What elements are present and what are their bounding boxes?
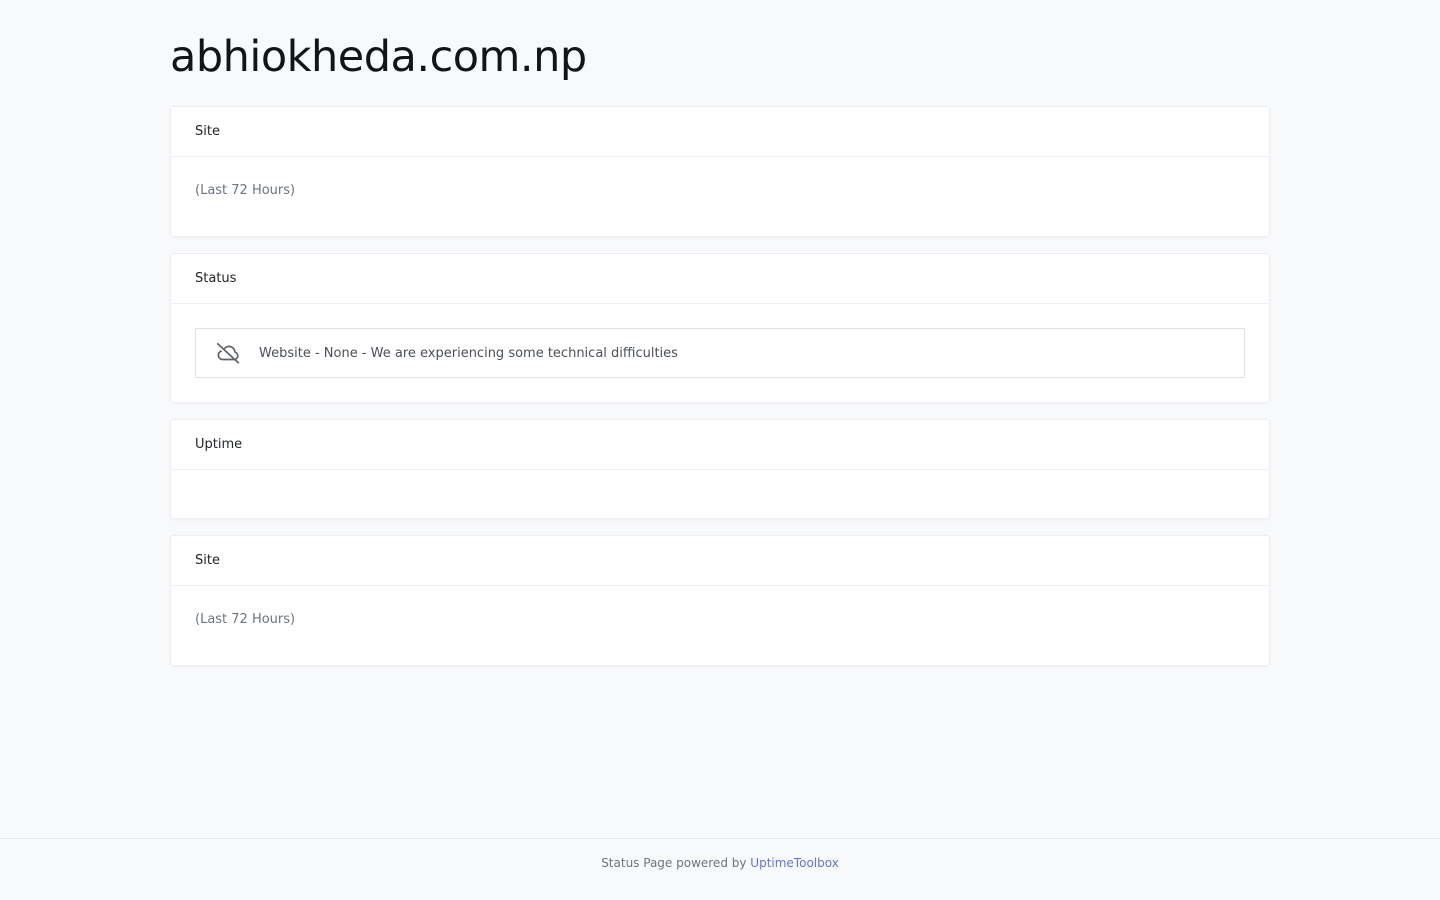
card-header-uptime: Uptime xyxy=(171,420,1269,470)
time-range-label: (Last 72 Hours) xyxy=(195,612,296,627)
footer: Status Page powered by UptimeToolbox xyxy=(0,838,1440,900)
status-page: abhiokheda.com.np Site (Last 72 Hours) S… xyxy=(0,0,1440,900)
status-message: Website - None - We are experiencing som… xyxy=(259,345,678,361)
cloud-off-icon xyxy=(215,340,241,366)
footer-text: Status Page powered by xyxy=(601,856,747,870)
status-card: Status Website - None - We are experienc… xyxy=(170,253,1270,403)
site-card-bottom: Site (Last 72 Hours) xyxy=(170,535,1270,666)
status-row: Website - None - We are experiencing som… xyxy=(195,328,1245,378)
card-body-site: (Last 72 Hours) xyxy=(171,586,1269,627)
page-title: abhiokheda.com.np xyxy=(170,32,587,82)
card-header-site: Site xyxy=(171,107,1269,157)
card-header-status: Status xyxy=(171,254,1269,304)
card-body-status: Website - None - We are experiencing som… xyxy=(171,304,1269,378)
uptime-card: Uptime xyxy=(170,419,1270,519)
card-header-site: Site xyxy=(171,536,1269,586)
time-range-label: (Last 72 Hours) xyxy=(195,183,296,198)
site-card-top: Site (Last 72 Hours) xyxy=(170,106,1270,237)
card-body-site: (Last 72 Hours) xyxy=(171,157,1269,198)
uptimetoolbox-link[interactable]: UptimeToolbox xyxy=(750,856,839,870)
